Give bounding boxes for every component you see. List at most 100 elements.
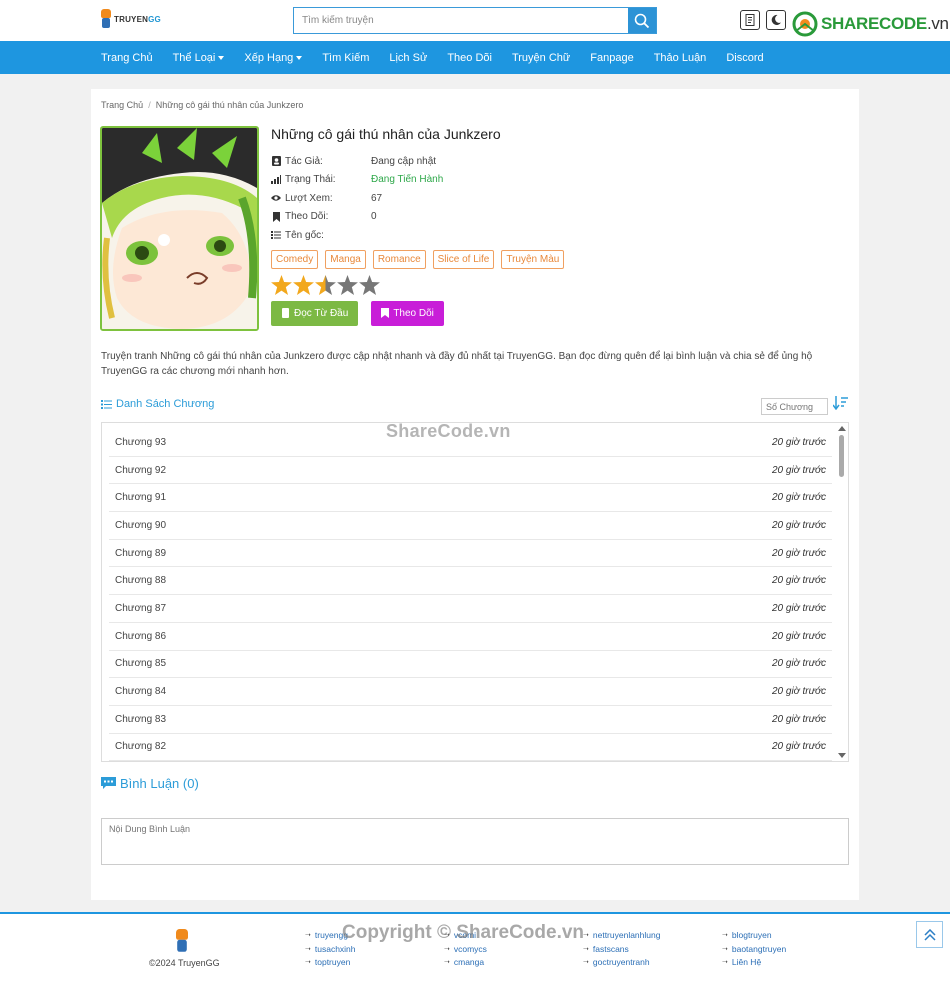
chapter-name[interactable]: Chương 93 [115, 437, 166, 448]
chapter-row[interactable]: Chương 87 20 giờ trước [109, 595, 832, 623]
nav-item-label: Trang Chủ [101, 51, 153, 64]
chapter-name[interactable]: Chương 88 [115, 575, 166, 586]
star-icon[interactable] [271, 274, 292, 298]
chapter-row[interactable]: Chương 91 20 giờ trước [109, 484, 832, 513]
info-value: 67 [371, 192, 383, 204]
nav-item[interactable]: Lịch Sử [389, 52, 427, 64]
signal-icon [271, 175, 281, 185]
footer-link[interactable]: ➝ toptruyen [305, 957, 356, 968]
chapter-name[interactable]: Chương 91 [115, 492, 166, 503]
chapter-time: 20 giờ trước [772, 519, 826, 531]
scroll-thumb[interactable] [839, 435, 844, 477]
chapter-time: 20 giờ trước [772, 492, 826, 504]
footer-watermark: Copyright © ShareCode.vn [342, 922, 585, 943]
header-actions [740, 10, 786, 30]
comment-input[interactable] [101, 818, 849, 865]
arrow-right-icon: ➝ [305, 959, 311, 967]
chapter-row[interactable]: Chương 90 20 giờ trước [109, 512, 832, 540]
info-row: Theo Dõi: 0 [271, 208, 831, 227]
comic-detail-card: Trang Chủ / Những cô gái thú nhân của Ju… [91, 89, 859, 900]
scroll-down-arrow-icon[interactable] [838, 753, 846, 758]
chapter-list: Chương 93 20 giờ trước Chương 92 20 giờ trư… [101, 422, 849, 762]
scroll-up-arrow-icon[interactable] [838, 426, 846, 431]
footer-link[interactable]: ➝ vcomycs [444, 944, 487, 955]
chapter-list-title: Danh Sách Chương [116, 398, 215, 410]
footer-link[interactable]: ➝ tusachxinh [305, 944, 356, 955]
nav-item[interactable]: Truyện Chữ [512, 52, 570, 64]
chapter-name[interactable]: Chương 92 [115, 465, 166, 476]
chapter-name[interactable]: Chương 82 [115, 741, 166, 752]
chapter-name[interactable]: Chương 87 [115, 603, 166, 614]
genre-tag[interactable]: Romance [372, 249, 426, 269]
chapter-row[interactable]: Chương 88 20 giờ trước [109, 567, 832, 596]
chapter-row[interactable]: Chương 92 20 giờ trước [109, 457, 832, 485]
arrow-right-icon: ➝ [305, 945, 311, 953]
star-icon[interactable] [337, 274, 358, 298]
star-icon[interactable] [359, 274, 380, 298]
nav-item[interactable]: Theo Dõi [447, 52, 492, 64]
star-icon[interactable] [293, 274, 314, 298]
chapter-name[interactable]: Chương 89 [115, 548, 166, 559]
top-header: TRUYENGG SHARECODE.vn [0, 0, 950, 41]
arrow-right-icon: ➝ [583, 959, 589, 967]
chapter-list-scrollbar[interactable] [836, 423, 848, 761]
footer-link[interactable]: ➝ blogtruyen [722, 930, 786, 941]
footer-link-label: cmanga [453, 957, 485, 968]
genre-tag[interactable]: Slice of Life [432, 249, 495, 269]
chapter-name[interactable]: Chương 83 [115, 714, 166, 725]
chapter-row[interactable]: Chương 82 20 giờ trước [109, 734, 832, 761]
moon-icon [771, 14, 781, 25]
search-input[interactable] [294, 8, 628, 33]
search-button[interactable] [628, 8, 656, 33]
footer-link[interactable]: ➝ Liên Hệ [722, 957, 786, 968]
footer-link[interactable]: ➝ nettruyenlanhlung [583, 930, 660, 941]
comic-title: Những cô gái thú nhân của Junkzero [271, 126, 501, 142]
sharecode-logo-icon [792, 11, 818, 37]
chapter-row[interactable]: Chương 84 20 giờ trước [109, 678, 832, 706]
chapter-name[interactable]: Chương 90 [115, 520, 166, 531]
document-button[interactable] [740, 10, 760, 30]
arrow-right-icon: ➝ [722, 959, 728, 967]
breadcrumb-home[interactable]: Trang Chủ [101, 100, 143, 110]
star-icon[interactable] [315, 274, 336, 298]
chapter-row[interactable]: Chương 89 20 giờ trước [109, 540, 832, 568]
site-logo[interactable]: TRUYENGG [100, 9, 161, 29]
rating-stars[interactable] [271, 274, 831, 298]
footer-link[interactable]: ➝ goctruyentranh [583, 957, 660, 968]
nav-item[interactable]: Fanpage [590, 52, 633, 64]
footer-link[interactable]: ➝ baotangtruyen [722, 944, 786, 955]
chapter-row[interactable]: Chương 83 20 giờ trước [109, 706, 832, 734]
chapter-name[interactable]: Chương 86 [115, 631, 166, 642]
chapter-row[interactable]: Chương 86 20 giờ trước [109, 623, 832, 651]
follow-button[interactable]: Theo Dõi [371, 300, 444, 326]
nav-item[interactable]: Thảo Luận [654, 52, 707, 64]
book-icon [282, 308, 289, 318]
chapter-row[interactable]: Chương 85 20 giờ trước [109, 651, 832, 679]
search-bar [293, 7, 657, 34]
nav-item[interactable]: Tìm Kiếm [322, 52, 369, 64]
nav-item[interactable]: Trang Chủ [101, 52, 153, 64]
genre-tag[interactable]: Manga [325, 249, 366, 269]
sort-icon[interactable] [833, 396, 849, 410]
info-row: Trạng Thái: Đang Tiến Hành [271, 171, 831, 190]
breadcrumb-separator: / [148, 100, 151, 110]
back-to-top-button[interactable] [916, 921, 943, 948]
chapter-time: 20 giờ trước [772, 686, 826, 698]
nav-item-label: Tìm Kiếm [322, 51, 370, 64]
info-row: Tên gốc: [271, 226, 831, 245]
read-from-start-button[interactable]: Đọc Từ Đầu [271, 300, 359, 326]
genre-tag[interactable]: Truyện Màu [501, 249, 565, 269]
chapter-time: 20 giờ trước [772, 547, 826, 559]
nav-item[interactable]: Xếp Hạng [244, 52, 303, 64]
genre-tag[interactable]: Comedy [271, 249, 319, 269]
footer-link[interactable]: ➝ cmanga [444, 957, 487, 968]
footer-link[interactable]: ➝ fastscans [583, 944, 660, 955]
chapter-name[interactable]: Chương 85 [115, 658, 166, 669]
chapter-name[interactable]: Chương 84 [115, 686, 166, 697]
chapter-number-input[interactable] [761, 398, 828, 415]
footer-logo[interactable] [176, 929, 188, 952]
chapter-list-heading: Danh Sách Chương [101, 398, 214, 410]
nav-item[interactable]: Discord [726, 52, 763, 64]
dark-mode-button[interactable] [766, 10, 786, 30]
nav-item[interactable]: Thể Loại [173, 52, 225, 64]
